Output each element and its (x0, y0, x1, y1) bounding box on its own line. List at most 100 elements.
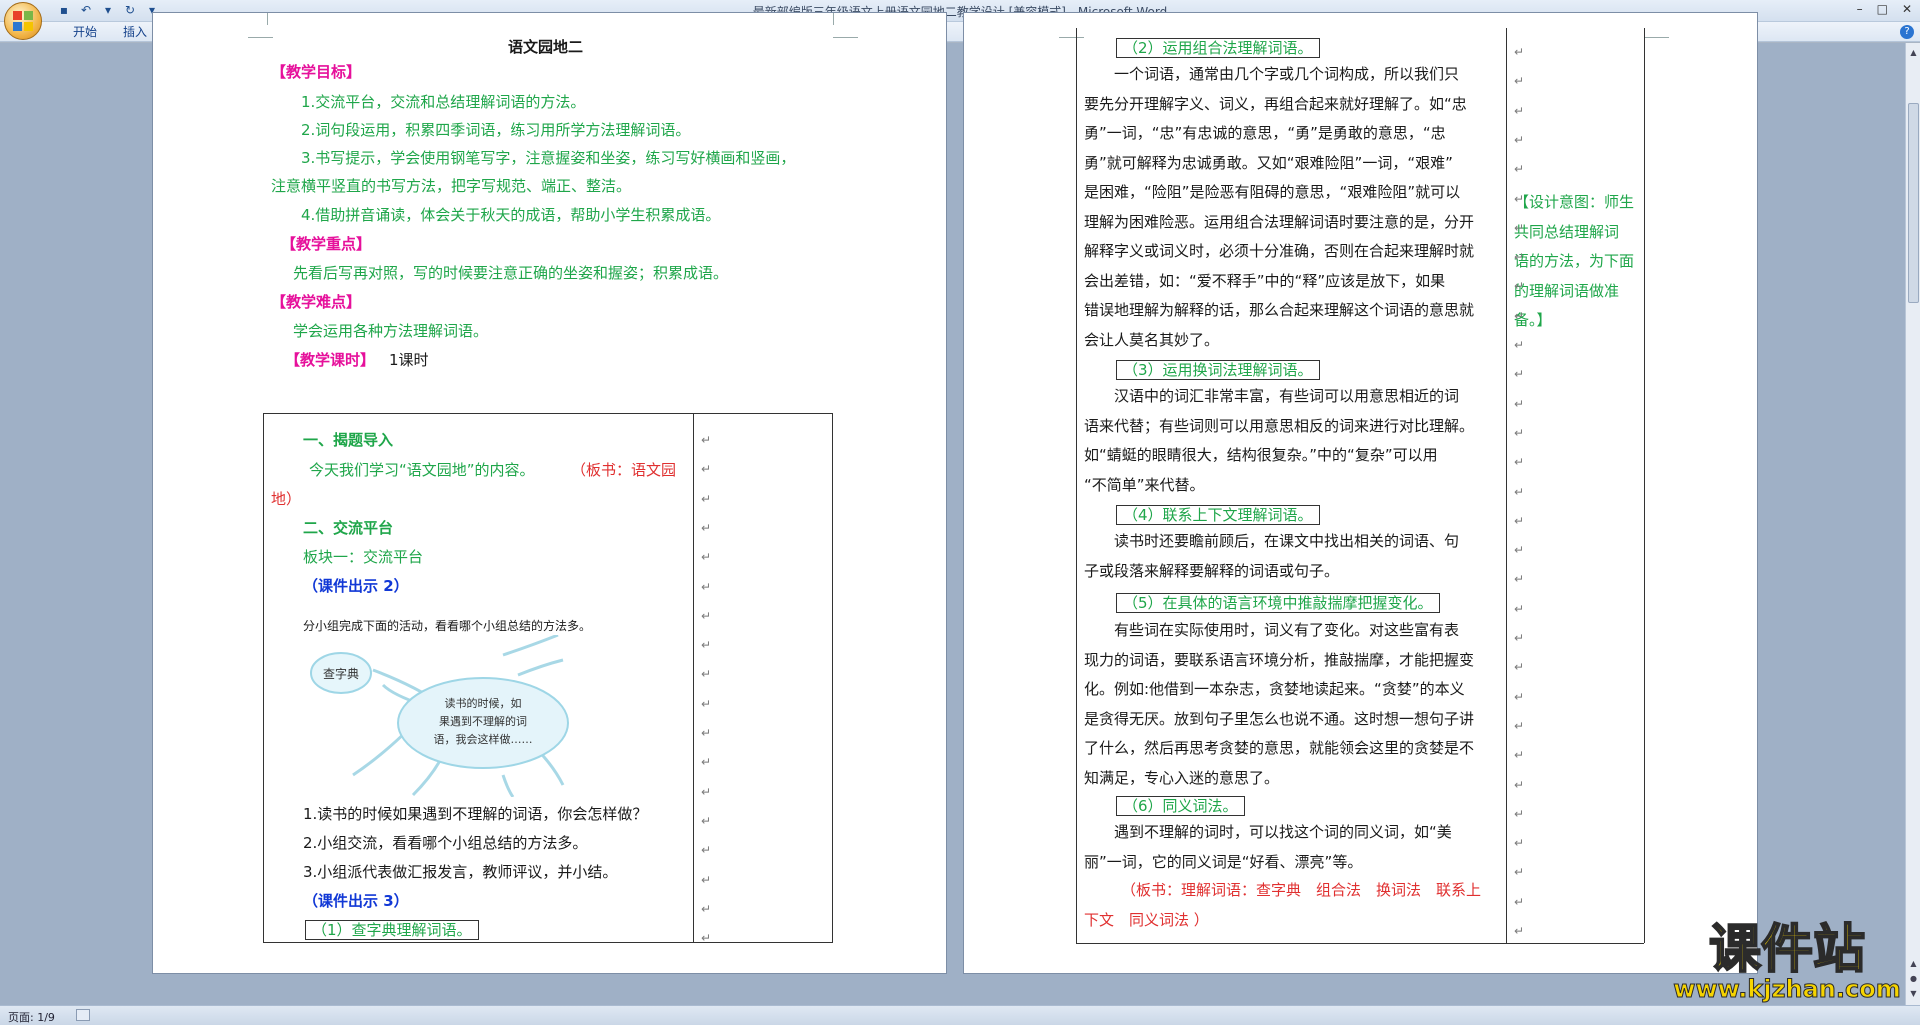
paragraph-mark: ↵ (701, 843, 712, 858)
text-line: 共同总结理解词 (1514, 222, 1620, 241)
paragraph-mark: ↵ (1514, 250, 1525, 265)
office-logo-icon (13, 11, 33, 31)
text-line: 汉语中的词汇非常丰富，有些词可以用意思相近的词 (1114, 387, 1460, 405)
paragraph-mark: ↵ (1514, 425, 1525, 440)
paragraph-mark: ↵ (1514, 924, 1525, 938)
paragraph-mark: ↵ (701, 667, 712, 682)
text-line: 是困难，“险阻”是险恶有阻碍的意思，“艰难险阻”就可以 (1084, 183, 1461, 201)
paragraph-mark: ↵ (701, 608, 712, 623)
text-line: 了什么，然后再思考贪婪的意思，就能领会这里的贪婪是不 (1084, 739, 1475, 757)
paragraph-mark: ↵ (701, 901, 712, 916)
text-line: 有些词在实际使用时，词义有了变化。对这些富有表 (1114, 621, 1460, 639)
paragraph-mark: ↵ (701, 755, 712, 770)
paragraph-mark: ↵ (1514, 455, 1525, 470)
text-line: “不简单”来代替。 (1084, 475, 1205, 494)
next-page-icon[interactable]: ▼ (1908, 988, 1919, 999)
method-box: （1）查字典理解词语。 (305, 920, 479, 940)
ribbon-tab[interactable]: 开始 (60, 24, 110, 40)
text-line: 读书时还要瞻前顾后，在课文中找出相关的词语、句 (1114, 532, 1460, 550)
section-heading: 一、揭题导入 (303, 431, 394, 449)
goal-item: 3.书写提示，学会使用钢笔写字，注意握姿和坐姿，练习写好横画和竖画， (301, 149, 796, 167)
method-box: （4）联系上下文理解词语。 (1116, 505, 1320, 525)
image-caption: 分小组完成下面的活动，看看哪个小组总结的方法多。 (303, 619, 592, 633)
courseware-note: （课件出示 3） (303, 892, 409, 910)
paragraph-mark: ↵ (1514, 367, 1525, 382)
margin-corner (833, 13, 853, 25)
text-line: 的理解词语做准 (1514, 281, 1620, 300)
bubble-left-label: 查字典 (323, 666, 359, 681)
text-line: 子或段落来解释要解释的词语或句子。 (1084, 561, 1340, 580)
select-browse-icon[interactable]: ● (1908, 973, 1919, 984)
key-text: 先看后写再对照，写的时候要注意正确的坐姿和握姿；积累成语。 (293, 264, 729, 282)
key-heading: 【教学重点】 (281, 235, 372, 253)
paragraph-mark: ↵ (701, 931, 712, 946)
paragraph-mark: ↵ (1514, 631, 1525, 645)
paragraph-mark: ↵ (701, 784, 712, 799)
close-icon[interactable]: ✕ (1902, 2, 1912, 16)
intro-text: 今天我们学习“语文园地”的内容。 (309, 461, 535, 479)
text-line: 遇到不理解的词时，可以找这个词的同义词，如“美 (1114, 823, 1452, 841)
paragraph-mark: ↵ (1514, 484, 1525, 499)
question-item: 3.小组派代表做汇报发言，教师评议，并小结。 (303, 863, 618, 881)
goal-item: 2.词句段运用，积累四季词语，练习用所学方法理解词语。 (301, 121, 691, 139)
text-line: 语的方法，为下面 (1514, 252, 1635, 270)
paragraph-mark: ↵ (1514, 279, 1525, 294)
paragraph-mark: ↵ (1514, 132, 1525, 147)
paragraph-mark: ↵ (1514, 162, 1525, 177)
paragraph-mark: ↵ (1514, 543, 1525, 558)
help-icon[interactable]: ? (1900, 25, 1914, 39)
paragraph-mark: ↵ (1514, 689, 1525, 704)
text-line: 下文 同义词法 ） (1084, 910, 1209, 929)
goal-item: 4.借助拼音诵读，体会关于秋天的成语，帮助小学生积累成语。 (301, 206, 721, 224)
text-line: 如“蜻蜓的眼睛很大，结构很复杂。”中的“复杂”可以用 (1084, 446, 1438, 464)
text-line: 【设计意图：师生 (1514, 193, 1635, 211)
page-count[interactable]: 页面: 1/9 (8, 1009, 55, 1025)
scroll-thumb[interactable] (1908, 103, 1919, 303)
table-left-border (1076, 28, 1077, 943)
paragraph-mark: ↵ (1514, 308, 1525, 323)
method-box: （5）在具体的语言环境中推敲揣摩把握变化。 (1116, 593, 1440, 613)
text-line: 语来代替；有些词则可以用意思相反的词来进行对比理解。 (1084, 416, 1475, 435)
text-line: 勇”就可解释为忠诚勇敢。又如“艰难险阻”一词，“艰难” (1084, 153, 1453, 172)
hours-heading: 【教学课时】 (285, 351, 376, 369)
paragraph-mark: ↵ (1514, 836, 1525, 851)
paragraph-mark: ↵ (701, 726, 712, 740)
question-item: 1.读书的时候如果遇到不理解的词语，你会怎样做？ (303, 805, 648, 823)
paragraph-mark: ↵ (1514, 748, 1525, 763)
proofing-icon[interactable] (76, 1009, 90, 1021)
text-line: 化。例如:他借到一本杂志，贪婪地读起来。“贪婪”的本义 (1084, 680, 1465, 698)
paragraph-mark: ↵ (701, 579, 712, 594)
minimize-icon[interactable]: – (1857, 2, 1863, 16)
method-box: （2）运用组合法理解词语。 (1116, 38, 1320, 58)
office-button[interactable] (4, 2, 42, 40)
mindmap-image: 查字典 读书的时候，如 果遇到不理解的词 语，我会这样做…… (310, 635, 569, 797)
maximize-icon[interactable]: □ (1877, 2, 1888, 16)
vertical-scrollbar[interactable]: ▲ ▲ ● ▼ (1905, 43, 1920, 1005)
paragraph-mark: ↵ (701, 872, 712, 887)
text-line: 解释字义或词义时，必须十分准确，否则在合起来理解时就 (1084, 242, 1475, 260)
paragraph-mark: ↵ (1514, 220, 1525, 235)
bubble-center-line: 读书的时候，如 (445, 696, 522, 710)
scroll-up-icon[interactable]: ▲ (1908, 47, 1919, 58)
paragraph-mark: ↵ (701, 813, 712, 828)
text-line: 会出差错，如：“爱不释手”中的“释”应该是放下，如果 (1084, 271, 1446, 290)
paragraph-mark: ↵ (701, 550, 712, 565)
prev-page-icon[interactable]: ▲ (1908, 958, 1919, 969)
paragraph-mark: ↵ (1514, 865, 1525, 880)
text-line: 现力的词语，要联系语言环境分析，推敲揣摩，才能把握变 (1084, 650, 1475, 669)
text-line: 会让人莫名其妙了。 (1084, 330, 1220, 349)
paragraph-mark: ↵ (1514, 396, 1525, 411)
document-page-2[interactable]: （2）运用组合法理解词语。 一个词语，通常由几个字或几个词构成，所以我们只 要先分… (963, 12, 1758, 974)
paragraph-mark: ↵ (1514, 191, 1525, 206)
margin-corner (248, 13, 268, 25)
document-page-1[interactable]: 语文园地二 【教学目标】 1.交流平台，交流和总结理解词语的方法。 2.词句段运… (152, 12, 947, 974)
text-line: （板书：理解词语：查字典 组合法 换词法 联系上 (1121, 881, 1482, 899)
window-controls: – □ ✕ (1857, 2, 1912, 16)
text-line: 丽”一词，它的同义词是“好看、漂亮”等。 (1084, 852, 1363, 871)
paragraph-mark: ↵ (701, 462, 712, 477)
goal-item: 1.交流平台，交流和总结理解词语的方法。 (301, 93, 586, 111)
text-line: 勇”一词，“忠”有忠诚的意思，“勇”是勇敢的意思，“忠 (1084, 124, 1446, 142)
goal-heading: 【教学目标】 (271, 63, 362, 81)
paragraph-mark: ↵ (701, 433, 712, 447)
paragraph-mark: ↵ (1514, 601, 1525, 616)
